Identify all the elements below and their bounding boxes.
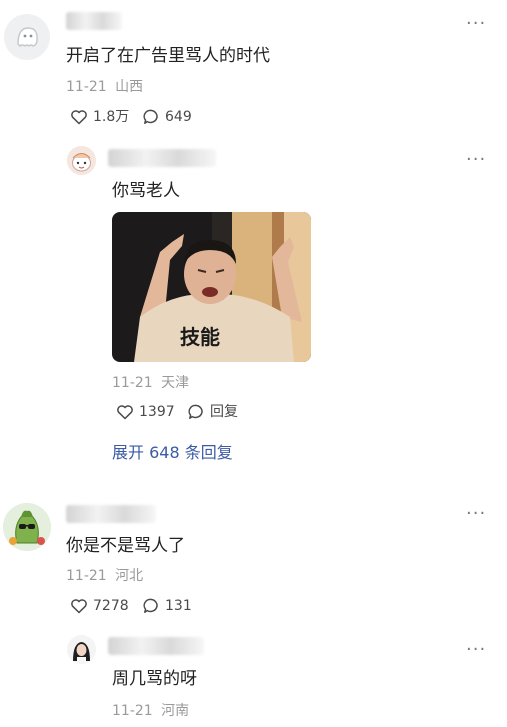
comment-1-username[interactable]	[66, 12, 122, 30]
reply-2-more-icon[interactable]: ···	[466, 641, 486, 659]
reply-1-meta: 11-21 天津	[112, 374, 189, 392]
comment-icon	[143, 598, 160, 614]
comment-2-username[interactable]	[66, 505, 156, 523]
heart-icon	[116, 404, 134, 420]
reply-1-avatar[interactable]	[67, 146, 96, 175]
reply-1-content: 你骂老人	[112, 181, 180, 201]
comment-2-location: 河北	[115, 568, 144, 584]
reply-1-image[interactable]: 技能	[112, 212, 311, 362]
comment-2-date: 11-21	[66, 568, 107, 584]
reply-1-location: 天津	[161, 375, 190, 391]
reply-1-username[interactable]	[108, 149, 216, 167]
reply-1-date: 11-21	[112, 375, 153, 391]
reply-2-meta: 11-21 河南	[112, 702, 189, 720]
reply-2-avatar[interactable]	[67, 635, 96, 664]
cartoon-avatar-icon	[67, 146, 96, 175]
comment-1-like-count: 1.8万	[93, 109, 130, 125]
comment-2-like-count: 7278	[93, 598, 129, 614]
comment-2-reply-count: 131	[165, 598, 192, 614]
comment-2-reply-button[interactable]: 131	[143, 597, 192, 615]
comment-2-content: 你是不是骂人了	[66, 536, 185, 556]
comment-1-like-button[interactable]: 1.8万	[70, 108, 129, 126]
expand-replies-link[interactable]: 展开 648 条回复	[112, 443, 233, 463]
comment-2-avatar[interactable]	[3, 503, 51, 551]
comment-2-more-icon[interactable]: ···	[466, 505, 486, 523]
comment-icon	[143, 109, 160, 125]
reply-1-like-button[interactable]: 1397	[116, 403, 175, 421]
comment-1-more-icon[interactable]: ···	[466, 15, 486, 33]
meme-shirt-text: 技能	[180, 325, 220, 349]
comment-2-meta: 11-21 河北	[66, 567, 143, 585]
comment-icon	[188, 404, 205, 420]
person-avatar-icon	[67, 635, 96, 664]
meme-photo: 技能	[112, 212, 311, 362]
comment-1-avatar[interactable]	[4, 14, 50, 60]
vegetable-avatar-icon	[3, 503, 51, 551]
reply-1-like-count: 1397	[139, 404, 175, 420]
heart-icon	[70, 109, 88, 125]
ghost-avatar-icon	[4, 14, 50, 60]
comment-1-reply-button[interactable]: 649	[143, 108, 192, 126]
comment-1-date: 11-21	[66, 79, 107, 95]
comment-1-location: 山西	[115, 79, 144, 95]
reply-2-date: 11-21	[112, 703, 153, 719]
reply-2-location: 河南	[161, 703, 190, 719]
reply-1-more-icon[interactable]: ···	[466, 151, 486, 169]
reply-2-username[interactable]	[108, 637, 204, 655]
heart-icon	[70, 598, 88, 614]
comment-2-like-button[interactable]: 7278	[70, 597, 129, 615]
comment-1-content: 开启了在广告里骂人的时代	[66, 46, 270, 66]
reply-1-reply-button[interactable]: 回复	[188, 403, 238, 421]
comment-1-meta: 11-21 山西	[66, 78, 143, 96]
reply-1-reply-label: 回复	[210, 404, 238, 420]
comment-1-reply-count: 649	[165, 109, 192, 125]
reply-2-content: 周几骂的呀	[112, 669, 197, 689]
